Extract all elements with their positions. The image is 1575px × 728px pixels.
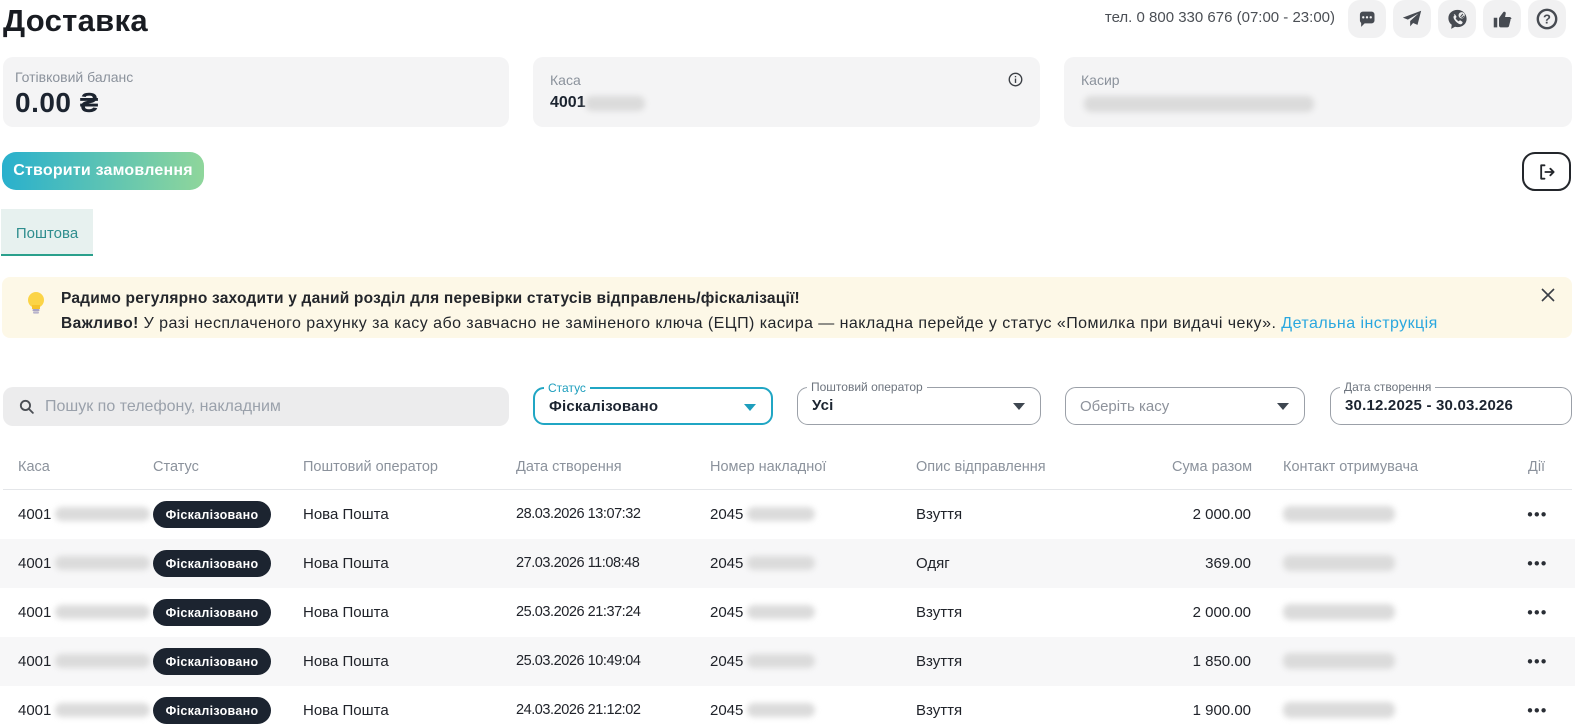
svg-text:?: ? bbox=[1543, 12, 1551, 27]
